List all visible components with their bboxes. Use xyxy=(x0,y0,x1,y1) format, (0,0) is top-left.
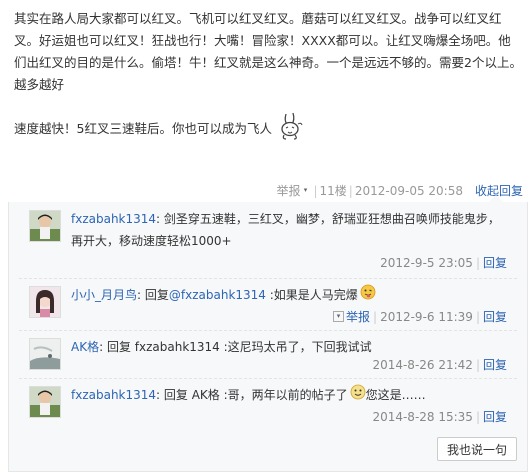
reply-time: 2012-9-6 11:39 xyxy=(380,310,473,324)
panel-notch xyxy=(489,195,503,202)
post-paragraph-2-text: 速度越快！5红叉三速鞋后。你也可以成为飞人 xyxy=(14,121,272,136)
reply-username[interactable]: fxzabahk1314 xyxy=(71,388,156,402)
tongue-smiley-icon xyxy=(360,284,376,307)
avatar[interactable] xyxy=(29,386,61,418)
reply-panel: fxzabahk1314: 剑圣穿五速鞋，三红叉，幽梦，舒瑞亚狂想曲召唤师技能鬼… xyxy=(8,195,528,472)
reply-link[interactable]: 回复 xyxy=(483,410,507,424)
reply-meta: ▾ 举报 | 2012-9-6 11:39 | 回复 xyxy=(333,308,507,325)
reply-content-tail: 您这是…… xyxy=(365,388,426,402)
post-paragraph-1: 其实在路人局大家都可以红叉。飞机可以红叉红叉。蘑菇可以红叉红叉。战争可以红叉红叉… xyxy=(14,11,522,92)
reply-item: 小小_月月鸟: 回复@fxzabahk1314 :如果是人马完爆 ▾ 举报 | 201… xyxy=(19,278,517,331)
reply-username[interactable]: 小小_月月鸟 xyxy=(71,288,137,302)
reply-username[interactable]: AK格 xyxy=(71,340,99,354)
separator: | xyxy=(313,184,318,198)
separator: | xyxy=(475,358,480,372)
avatar[interactable] xyxy=(29,286,61,318)
reply-time: 2014-8-28 15:35 xyxy=(372,410,473,424)
reply-time: 2012-9-5 23:05 xyxy=(380,256,473,270)
post-tail: 举报 ▾ | 11楼 | 2012-09-05 20:58 收起回复 xyxy=(270,182,523,200)
reply-content: 回复 AK格 :哥，两年以前的帖子了 xyxy=(160,388,348,402)
reply-item: fxzabahk1314: 剑圣穿五速鞋，三红叉，幽梦，舒瑞亚狂想曲召唤师技能鬼… xyxy=(19,202,517,279)
reply-item: AK格: 回复 fxzabahk1314 :这尼玛太吊了，下回我试试 2014-… xyxy=(19,330,517,379)
reply-link[interactable]: 回复 xyxy=(483,310,507,324)
reply-meta: 2014-8-26 21:42 | 回复 xyxy=(372,356,507,373)
reply-item: fxzabahk1314: 回复 AK格 :哥，两年以前的帖子了 您这是…… 20… xyxy=(19,378,517,430)
reply-text: fxzabahk1314: 回复 AK格 :哥，两年以前的帖子了 您这是…… xyxy=(71,384,509,407)
separator: | xyxy=(373,310,378,324)
reply-meta: 2012-9-5 23:05 | 回复 xyxy=(380,254,507,271)
reply-text: 小小_月月鸟: 回复@fxzabahk1314 :如果是人马完爆 xyxy=(71,284,509,307)
dropdown-arrow-icon[interactable]: ▾ xyxy=(301,186,309,195)
reply-mention[interactable]: @fxzabahk1314 xyxy=(169,288,266,302)
floor-number: 11楼 xyxy=(319,184,347,198)
separator: | xyxy=(475,256,480,270)
separator: | xyxy=(475,310,480,324)
reply-report-link[interactable]: 举报 xyxy=(346,310,370,324)
reply-username[interactable]: fxzabahk1314 xyxy=(71,212,156,226)
post-paragraph-2: 速度越快！5红叉三速鞋后。你也可以成为飞人 xyxy=(14,112,522,147)
separator: | xyxy=(348,184,353,198)
reply-link[interactable]: 回复 xyxy=(483,256,507,270)
dropdown-icon[interactable]: ▾ xyxy=(333,311,344,322)
rabbit-emoticon-icon xyxy=(278,112,304,147)
reply-text: fxzabahk1314: 剑圣穿五速鞋，三红叉，幽梦，舒瑞亚狂想曲召唤师技能鬼… xyxy=(71,208,509,252)
separator: | xyxy=(475,410,480,424)
reply-content: :如果是人马完爆 xyxy=(265,288,358,302)
reply-prefix: 回复 xyxy=(141,288,169,302)
reply-link[interactable]: 回复 xyxy=(483,358,507,372)
add-comment-button[interactable]: 我也说一句 xyxy=(436,437,517,461)
post-report-link[interactable]: 举报 xyxy=(276,184,300,198)
smiley-icon xyxy=(350,384,366,407)
reply-content: 回复 fxzabahk1314 :这尼玛太吊了，下回我试试 xyxy=(103,340,372,354)
avatar[interactable] xyxy=(29,338,61,370)
reply-meta: 2014-8-28 15:35 | 回复 xyxy=(372,408,507,425)
post-time: 2012-09-05 20:58 xyxy=(354,184,463,198)
reply-time: 2014-8-26 21:42 xyxy=(372,358,473,372)
post-content: 其实在路人局大家都可以红叉。飞机可以红叉红叉。蘑菇可以红叉红叉。战争可以红叉红叉… xyxy=(14,8,522,147)
reply-text: AK格: 回复 fxzabahk1314 :这尼玛太吊了，下回我试试 xyxy=(71,336,509,358)
avatar[interactable] xyxy=(29,210,61,242)
